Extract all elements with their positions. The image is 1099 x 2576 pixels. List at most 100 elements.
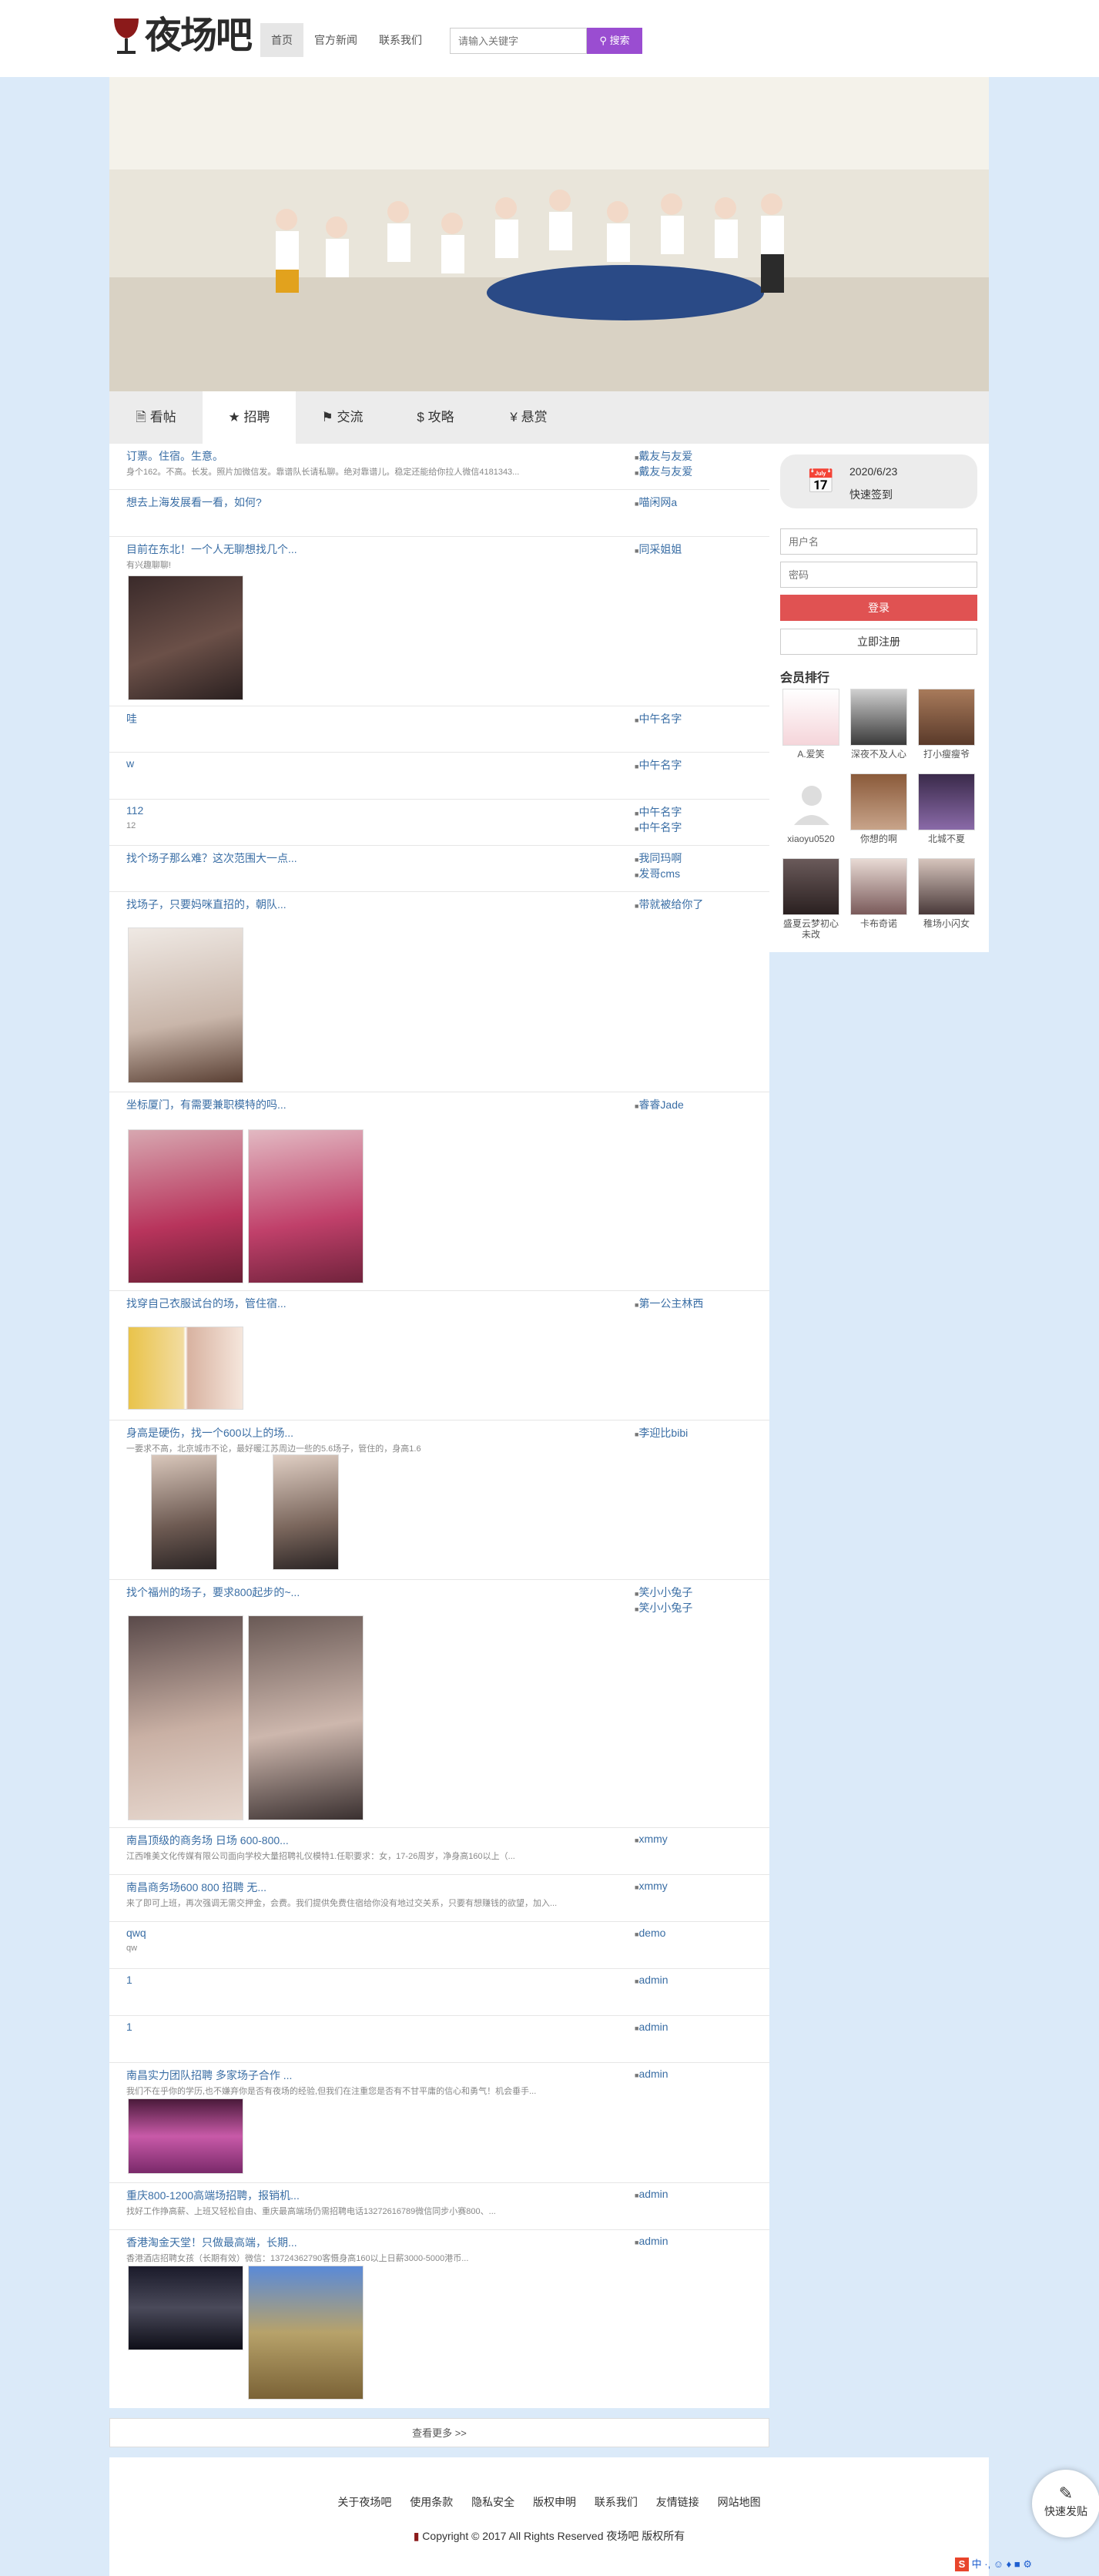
- post-author[interactable]: admin: [635, 2235, 668, 2247]
- username-input[interactable]: [780, 528, 977, 555]
- post-item[interactable]: 112 12 中午名字 中午名字: [109, 800, 769, 846]
- member-card[interactable]: 打小瘦瘦爷: [916, 689, 977, 773]
- post-title[interactable]: qwq: [126, 1927, 146, 1939]
- post-thumbnail[interactable]: [128, 2098, 243, 2174]
- post-author[interactable]: 第一公主林西: [635, 1296, 703, 1311]
- member-card[interactable]: 盛夏云梦初心未改: [780, 858, 842, 943]
- footer-link-privacy[interactable]: 隐私安全: [471, 2496, 514, 2508]
- post-title[interactable]: 找穿自己衣服试台的场，管住宿...: [126, 1296, 286, 1311]
- tab-exchange[interactable]: ⚑ 交流: [296, 391, 389, 444]
- post-title[interactable]: 香港淘金天堂！只做最高端，长期...: [126, 2235, 297, 2250]
- post-thumbnail[interactable]: [128, 1327, 243, 1410]
- post-item[interactable]: 找个福州的场子，要求800起步的~... 笑小小兔子 笑小小兔子: [109, 1580, 769, 1828]
- post-thumbnail[interactable]: [248, 1615, 364, 1820]
- post-thumbnail[interactable]: [128, 575, 243, 700]
- post-item[interactable]: 重庆800-1200高端场招聘，报销机... 找好工作挣高薪、上班又轻松自由、重…: [109, 2183, 769, 2230]
- ime-toolbar[interactable]: S 中 ·, ☺ ♦ ■ ⚙: [955, 2556, 1099, 2576]
- search-button[interactable]: ⚲ 搜索: [587, 28, 642, 54]
- site-logo[interactable]: 夜场吧: [109, 9, 253, 65]
- member-card[interactable]: 北城不夏: [916, 773, 977, 858]
- post-title[interactable]: 南昌顶级的商务场 日场 600-800...: [126, 1833, 289, 1848]
- tab-reward[interactable]: ¥ 悬赏: [482, 391, 575, 444]
- footer-link-copyright[interactable]: 版权申明: [533, 2496, 576, 2508]
- post-thumbnail[interactable]: [128, 2266, 243, 2350]
- post-author[interactable]: demo: [635, 1927, 665, 1939]
- member-card[interactable]: 卡布奇诺: [848, 858, 910, 943]
- post-last-reply[interactable]: 笑小小兔子: [635, 1600, 692, 1615]
- post-author[interactable]: 李迎比bibi: [635, 1425, 688, 1441]
- post-last-reply[interactable]: 发哥cms: [635, 866, 680, 881]
- post-last-reply[interactable]: 戴友与友爱: [635, 464, 692, 479]
- post-author[interactable]: 笑小小兔子: [635, 1585, 692, 1600]
- post-author[interactable]: 中午名字: [635, 804, 682, 820]
- post-author[interactable]: 中午名字: [635, 711, 682, 726]
- post-item[interactable]: 身高是硬伤，找一个600以上的场... 一要求不高，北京城市不论，最好暖江苏周边…: [109, 1420, 769, 1580]
- post-title[interactable]: 重庆800-1200高端场招聘，报销机...: [126, 2188, 300, 2203]
- tab-view-posts[interactable]: 🗎 看帖: [109, 391, 203, 444]
- post-item[interactable]: 南昌实力团队招聘 多家场子合作 ... 我们不在乎你的学历,也不嫌弃你是否有夜场…: [109, 2063, 769, 2183]
- post-item[interactable]: qwq qw demo: [109, 1922, 769, 1969]
- post-author[interactable]: 带就被给你了: [635, 897, 703, 912]
- post-item[interactable]: w 中午名字: [109, 753, 769, 800]
- quick-signin-link[interactable]: 快速签到: [849, 487, 893, 502]
- post-title[interactable]: 南昌实力团队招聘 多家场子合作 ...: [126, 2068, 292, 2083]
- post-item[interactable]: 1 admin: [109, 2016, 769, 2063]
- post-title[interactable]: 目前在东北！一个人无聊想找几个...: [126, 542, 297, 557]
- post-title[interactable]: w: [126, 757, 134, 770]
- post-item[interactable]: 1 admin: [109, 1969, 769, 2016]
- post-thumbnail[interactable]: [128, 927, 243, 1083]
- post-title[interactable]: 1: [126, 2021, 132, 2033]
- post-item[interactable]: 想去上海发展看一看，如何? 喵闲网a: [109, 490, 769, 537]
- post-item[interactable]: 香港淘金天堂！只做最高端，长期... 香港酒店招聘女孩（长期有效）微信：1372…: [109, 2230, 769, 2408]
- hero-banner[interactable]: [109, 77, 989, 391]
- post-title[interactable]: 坐标厦门，有需要兼职模特的吗...: [126, 1097, 286, 1112]
- post-title[interactable]: 112: [126, 804, 143, 817]
- post-author[interactable]: admin: [635, 2188, 668, 2200]
- post-item[interactable]: 哇 中午名字: [109, 706, 769, 753]
- login-button[interactable]: 登录: [780, 595, 977, 621]
- post-author[interactable]: 我同玛啊: [635, 850, 682, 866]
- member-card[interactable]: xiaoyu0520: [780, 773, 842, 858]
- nav-contact[interactable]: 联系我们: [368, 23, 433, 57]
- post-last-reply[interactable]: 中午名字: [635, 820, 682, 835]
- post-author[interactable]: admin: [635, 1974, 668, 1986]
- member-card[interactable]: 深夜不及人心: [848, 689, 910, 773]
- post-thumbnail[interactable]: [128, 1615, 243, 1820]
- nav-home[interactable]: 首页: [260, 23, 303, 57]
- footer-link-terms[interactable]: 使用条款: [410, 2496, 453, 2508]
- post-thumbnail[interactable]: [151, 1454, 217, 1570]
- post-item[interactable]: 坐标厦门，有需要兼职模特的吗... 睿睿Jade: [109, 1092, 769, 1291]
- post-title[interactable]: 想去上海发展看一看，如何?: [126, 495, 262, 510]
- post-item[interactable]: 南昌商务场600 800 招聘 无... 来了即可上班，再次强调无需交押金，会费…: [109, 1875, 769, 1922]
- tab-guide[interactable]: $ 攻略: [389, 391, 482, 444]
- post-title[interactable]: 1: [126, 1974, 132, 1986]
- post-title[interactable]: 哇: [126, 711, 137, 726]
- post-author[interactable]: xmmy: [635, 1833, 667, 1845]
- post-title[interactable]: 找个福州的场子，要求800起步的~...: [126, 1585, 300, 1600]
- post-author[interactable]: 中午名字: [635, 757, 682, 773]
- post-item[interactable]: 目前在东北！一个人无聊想找几个... 有兴趣聊聊! 同采姐姐: [109, 537, 769, 706]
- load-more-button[interactable]: 查看更多 >>: [109, 2418, 769, 2447]
- post-author[interactable]: 戴友与友爱: [635, 448, 692, 464]
- nav-news[interactable]: 官方新闻: [303, 23, 368, 57]
- post-title[interactable]: 南昌商务场600 800 招聘 无...: [126, 1880, 266, 1895]
- footer-link-contact[interactable]: 联系我们: [595, 2496, 638, 2508]
- post-title[interactable]: 身高是硬伤，找一个600以上的场...: [126, 1425, 293, 1441]
- post-item[interactable]: 找穿自己衣服试台的场，管住宿... 第一公主林西: [109, 1291, 769, 1420]
- search-input[interactable]: [450, 28, 587, 54]
- footer-link-sitemap[interactable]: 网站地图: [718, 2496, 761, 2508]
- footer-link-friends[interactable]: 友情链接: [656, 2496, 699, 2508]
- member-card[interactable]: 稚场小闪女: [916, 858, 977, 943]
- footer-link-about[interactable]: 关于夜场吧: [337, 2496, 391, 2508]
- post-item[interactable]: 找个场子那么难？这次范围大一点... 我同玛啊 发哥cms: [109, 846, 769, 892]
- post-title[interactable]: 订票。住宿。生意。: [126, 448, 223, 464]
- password-input[interactable]: [780, 562, 977, 588]
- post-item[interactable]: 南昌顶级的商务场 日场 600-800... 江西唯美文化传媒有限公司面向学校大…: [109, 1828, 769, 1875]
- post-item[interactable]: 订票。住宿。生意。 身个162。不高。长发。照片加微信发。靠谱队长请私聊。绝对靠…: [109, 444, 769, 490]
- signin-card[interactable]: 📅 2020/6/23 快速签到: [780, 454, 977, 508]
- quick-post-button[interactable]: ✎ 快速发贴: [1032, 2470, 1099, 2537]
- post-author[interactable]: 喵闲网a: [635, 495, 677, 510]
- post-item[interactable]: 找场子，只要妈咪直招的，朝队... 带就被给你了: [109, 892, 769, 1092]
- member-card[interactable]: 你想的啊: [848, 773, 910, 858]
- post-author[interactable]: 睿睿Jade: [635, 1097, 683, 1112]
